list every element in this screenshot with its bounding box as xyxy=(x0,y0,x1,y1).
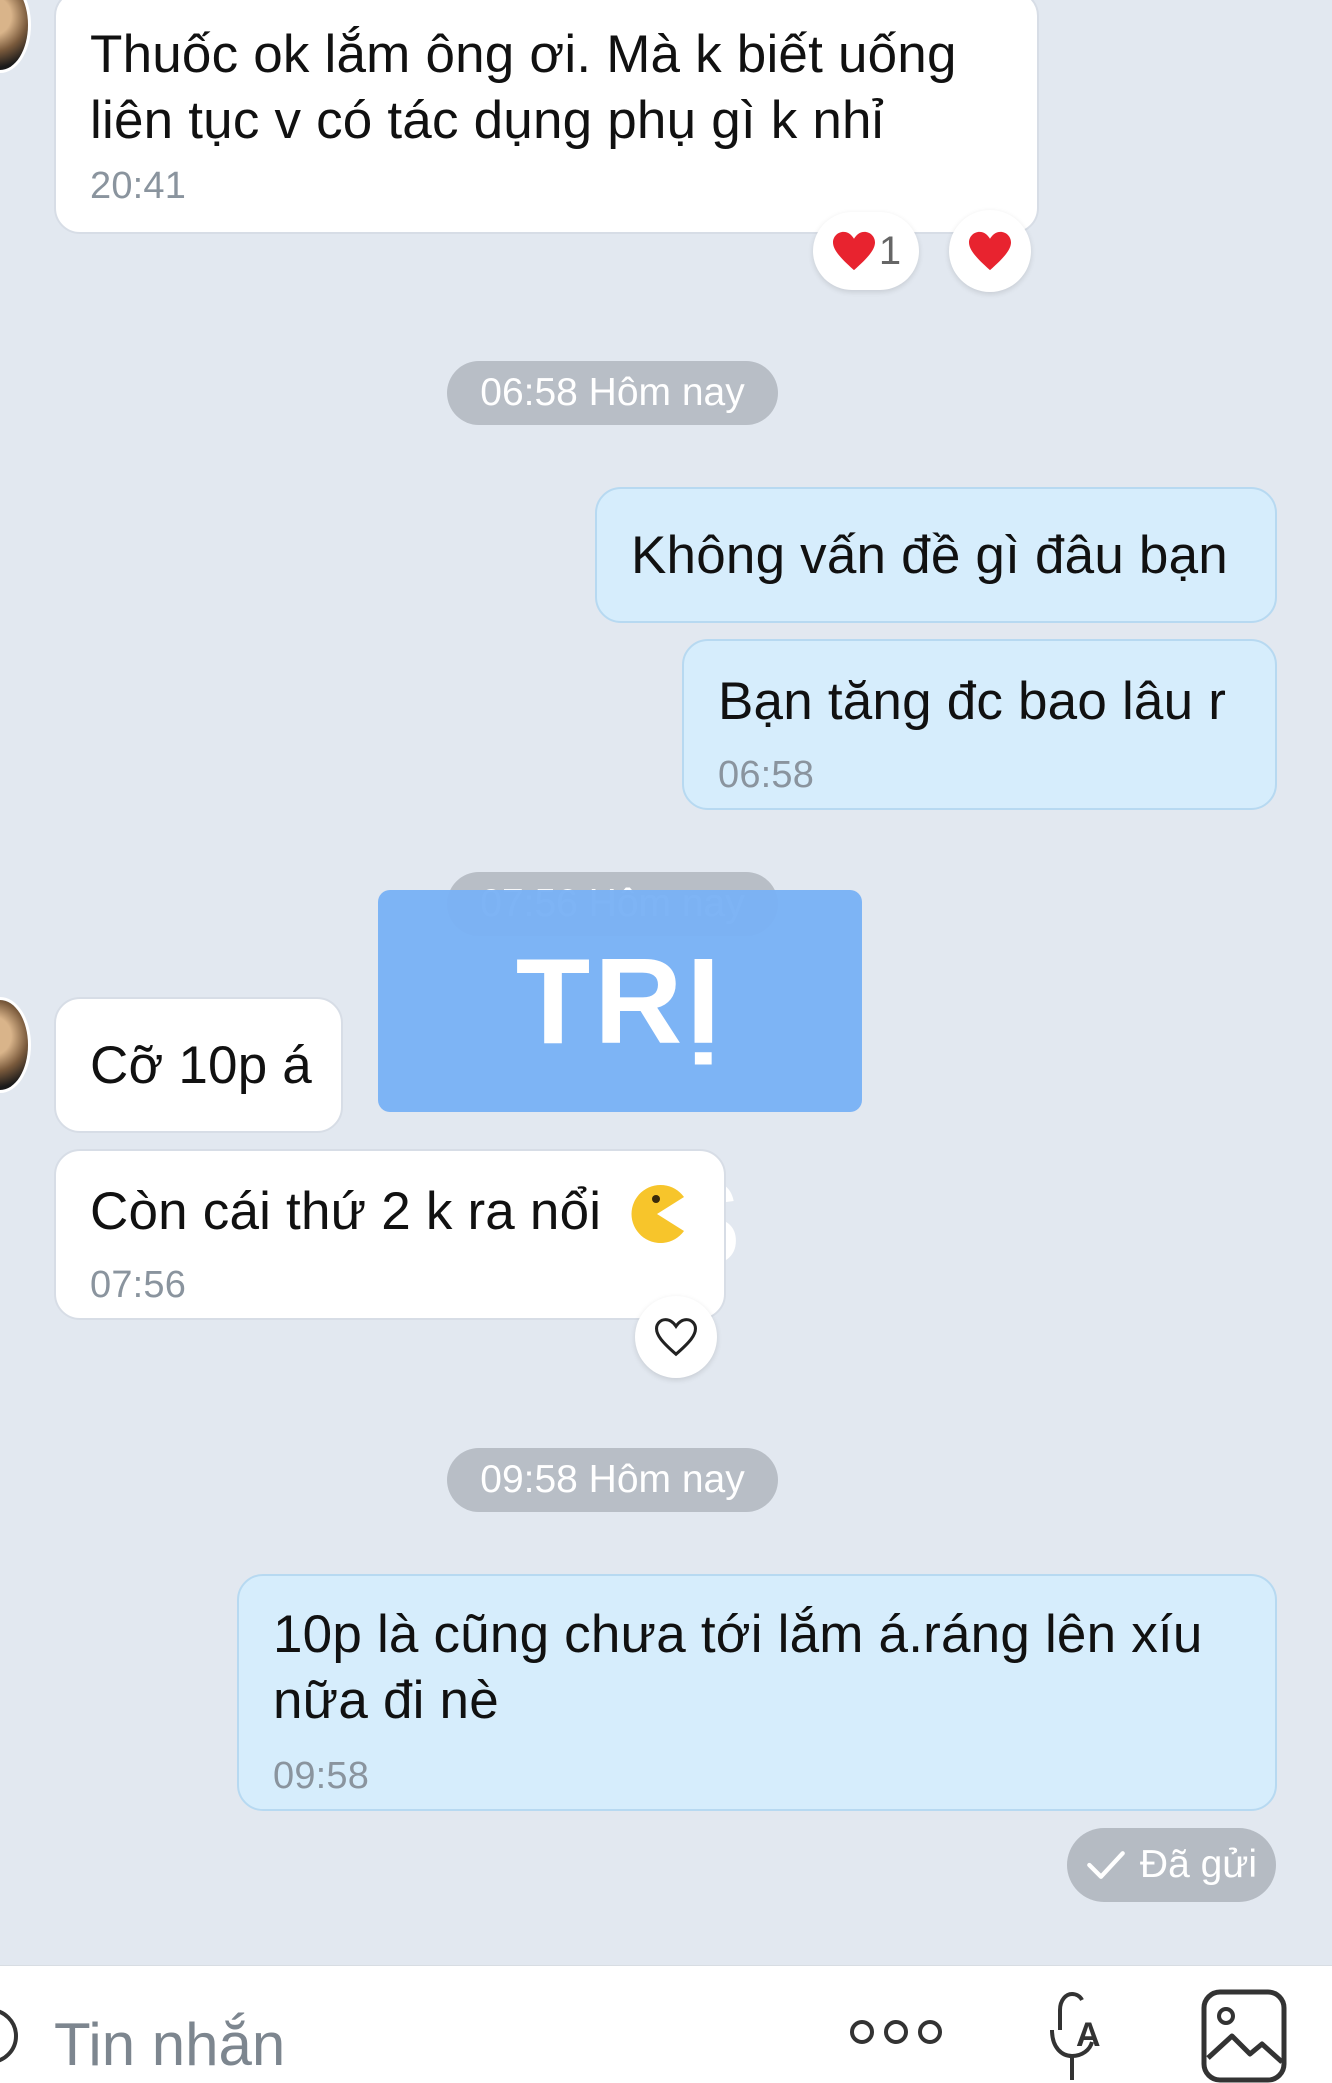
message-text: nữa đi nè xyxy=(273,1671,499,1730)
message-time: 06:58 xyxy=(718,754,815,796)
heart-icon xyxy=(832,231,875,271)
reaction-summary[interactable]: 1 xyxy=(813,212,919,290)
date-divider: 06:58 Hôm nay xyxy=(447,361,778,425)
sent-status-badge: Đã gửi xyxy=(1067,1828,1276,1902)
message-text: Thuốc ok lắm ông ơi. Mà k biết uống xyxy=(90,25,957,84)
message-time: 20:41 xyxy=(90,165,187,207)
reaction-count: 1 xyxy=(878,228,902,273)
check-icon xyxy=(1087,1851,1125,1879)
message-time: 09:58 xyxy=(273,1755,370,1797)
message-text: Cỡ 10p á xyxy=(90,1036,312,1095)
received-message[interactable]: Còn cái thứ 2 k ra nổi 07:56 xyxy=(54,1149,726,1320)
message-time: 07:56 xyxy=(90,1264,187,1306)
svg-text:A: A xyxy=(1076,2016,1101,2054)
emoji-icon[interactable] xyxy=(0,1996,26,2076)
sent-status-label: Đã gửi xyxy=(1139,1843,1258,1886)
avatar[interactable] xyxy=(0,0,28,70)
react-heart-button[interactable] xyxy=(635,1296,717,1378)
image-icon[interactable] xyxy=(1200,1988,1288,2083)
message-input[interactable]: Tin nhắn xyxy=(54,2010,285,2079)
message-text: 10p là cũng chưa tới lắm á.ráng lên xíu xyxy=(273,1605,1203,1664)
sent-message[interactable]: Bạn tăng đc bao lâu r 06:58 xyxy=(682,639,1277,810)
more-icon[interactable] xyxy=(848,2016,944,2048)
message-text: Bạn tăng đc bao lâu r xyxy=(718,672,1227,731)
message-text: liên tục v có tác dụng phụ gì k nhỉ xyxy=(90,91,884,150)
message-text: Không vấn đề gì đâu bạn xyxy=(631,526,1228,585)
received-message[interactable]: Cỡ 10p á xyxy=(54,997,343,1133)
react-heart-button[interactable] xyxy=(949,210,1031,292)
message-text: Còn cái thứ 2 k ra nổi xyxy=(90,1182,602,1241)
voice-text-icon[interactable]: A xyxy=(1040,1990,1110,2083)
date-divider: 09:58 Hôm nay xyxy=(447,1448,778,1512)
message-composer: Tin nhắn A xyxy=(0,1965,1332,2083)
sent-message[interactable]: Không vấn đề gì đâu bạn xyxy=(595,487,1277,623)
received-message[interactable]: Thuốc ok lắm ông ơi. Mà k biết uống liên… xyxy=(54,0,1039,234)
sent-message[interactable]: 10p là cũng chưa tới lắm á.ráng lên xíu … xyxy=(237,1574,1277,1811)
watermark-overlay: TRỊ XTS xyxy=(378,890,862,1291)
avatar[interactable] xyxy=(0,1000,28,1090)
pacman-emoji-icon xyxy=(631,1185,684,1243)
heart-outline-icon xyxy=(654,1318,698,1357)
heart-icon xyxy=(969,231,1011,271)
